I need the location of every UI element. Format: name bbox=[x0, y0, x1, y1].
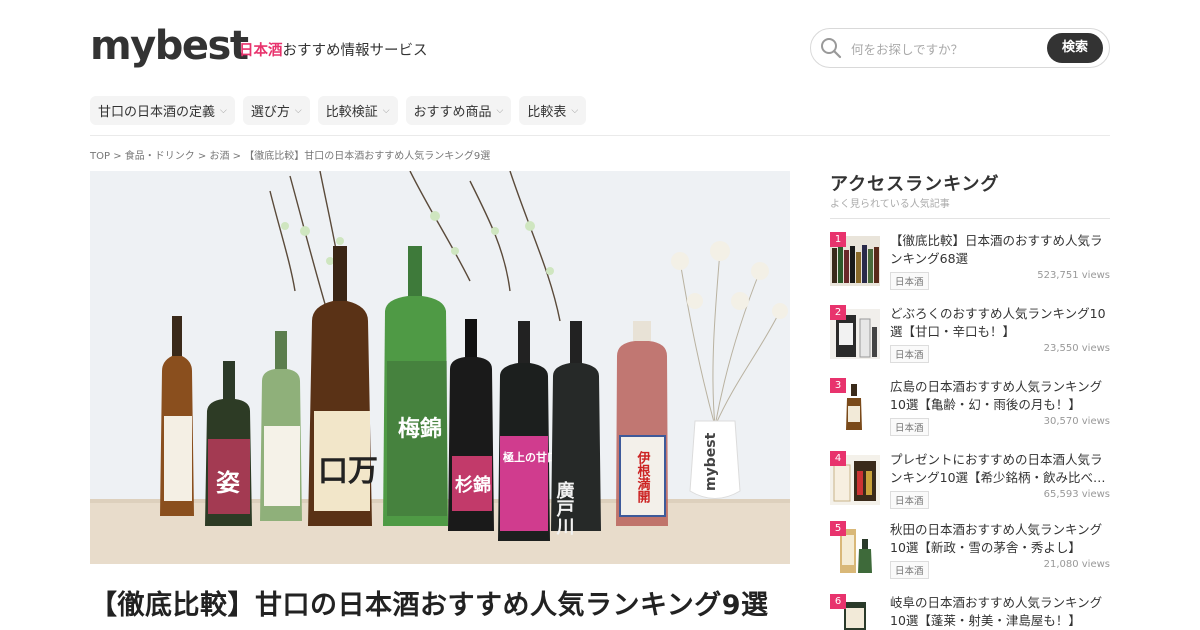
view-count: 23,550 views bbox=[1043, 343, 1110, 354]
mybest-logo[interactable]: mybest bbox=[90, 26, 249, 66]
category-tag[interactable]: 日本酒 bbox=[890, 272, 929, 290]
site-tagline: 日本酒おすすめ情報サービス bbox=[239, 39, 428, 60]
nav-item-comparison-test[interactable]: 比較検証 ⌵ bbox=[317, 96, 398, 125]
bottle-label-sugata: 姿 bbox=[216, 468, 240, 497]
search-input[interactable] bbox=[851, 38, 1041, 60]
ranking-item-3[interactable]: 3 広島の日本酒おすすめ人気ランキング10選【亀齢・幻・雨後の月も！】 日本酒 … bbox=[830, 378, 1110, 444]
nav-item-label: 選び方 bbox=[250, 105, 290, 120]
category-nav: 甘口の日本酒の定義 ⌵ 選び方 ⌵ 比較検証 ⌵ おすすめ商品 ⌵ 比較表 ⌵ bbox=[90, 96, 587, 125]
vase-label: mybest bbox=[703, 432, 719, 491]
nav-item-label: 比較検証 bbox=[325, 105, 378, 120]
chevron-down-icon: ⌵ bbox=[496, 105, 504, 116]
ranking-item-title[interactable]: 広島の日本酒おすすめ人気ランキング10選【亀齢・幻・雨後の月も！】 bbox=[890, 378, 1112, 414]
tagline-category: 日本酒 bbox=[239, 43, 283, 59]
sake-bottle-9: 伊根満開 bbox=[616, 321, 668, 526]
bottle-label-hiroto: 廣戸川 bbox=[554, 480, 576, 536]
view-count: 30,570 views bbox=[1043, 416, 1110, 427]
search-bar: 検索 bbox=[810, 28, 1110, 68]
ranking-item-title[interactable]: 【徹底比較】日本酒のおすすめ人気ランキング68選 bbox=[890, 232, 1112, 268]
ranking-item-title[interactable]: プレゼントにおすすめの日本酒人気ランキング10選【希少銘柄・飲み比べ… bbox=[890, 451, 1112, 487]
tagline-text: おすすめ情報サービス bbox=[282, 43, 428, 59]
chevron-down-icon: ⌵ bbox=[571, 105, 579, 116]
ranking-subheading: よく見られている人気記事 bbox=[830, 199, 950, 210]
ranking-heading: アクセスランキング bbox=[830, 174, 1000, 195]
rank-badge: 4 bbox=[830, 451, 846, 466]
header-divider bbox=[90, 135, 1110, 136]
ranking-item-6[interactable]: 6 岐阜の日本酒おすすめ人気ランキング10選【蓬莱・射美・津島屋も！】 bbox=[830, 594, 1110, 630]
nav-item-comparison-table[interactable]: 比較表 ⌵ bbox=[519, 96, 587, 125]
bottle-label-umenishiki: 梅錦 bbox=[398, 416, 442, 442]
bottle-label-gokujo: 極上の甘口 bbox=[502, 450, 558, 464]
view-count: 523,751 views bbox=[1037, 270, 1110, 281]
view-count: 21,080 views bbox=[1043, 559, 1110, 570]
nav-item-definition[interactable]: 甘口の日本酒の定義 ⌵ bbox=[90, 96, 235, 125]
nav-item-recommended-products[interactable]: おすすめ商品 ⌵ bbox=[405, 96, 512, 125]
nav-item-label: 甘口の日本酒の定義 bbox=[98, 105, 216, 120]
rank-badge: 6 bbox=[830, 594, 846, 609]
breadcrumb[interactable]: TOP > 食品・ドリンク > お酒 > 【徹底比較】甘口の日本酒おすすめ人気ラ… bbox=[90, 147, 490, 162]
nav-item-label: 比較表 bbox=[527, 105, 567, 120]
ranking-item-4[interactable]: 4 プレゼントにおすすめの日本酒人気ランキング10選【希少銘柄・飲み比べ… 日本… bbox=[830, 451, 1110, 517]
chevron-down-icon: ⌵ bbox=[220, 105, 227, 116]
nav-item-label: おすすめ商品 bbox=[413, 105, 492, 120]
article-title: 【徹底比較】甘口の日本酒おすすめ人気ランキング9選 bbox=[90, 590, 769, 621]
category-tag[interactable]: 日本酒 bbox=[890, 345, 929, 363]
chevron-down-icon: ⌵ bbox=[294, 105, 302, 116]
ranking-item-1[interactable]: 1 【徹底比較】日本酒のおすすめ人気ランキング68選 日本酒 523,751 v… bbox=[830, 232, 1110, 298]
rank-badge: 2 bbox=[830, 305, 846, 320]
rank-badge: 1 bbox=[830, 232, 846, 247]
chevron-down-icon: ⌵ bbox=[382, 105, 390, 116]
search-button[interactable]: 検索 bbox=[1047, 33, 1103, 63]
ranking-divider bbox=[830, 218, 1110, 219]
category-tag[interactable]: 日本酒 bbox=[890, 418, 929, 436]
category-tag[interactable]: 日本酒 bbox=[890, 561, 929, 579]
rank-badge: 5 bbox=[830, 521, 846, 536]
view-count: 65,593 views bbox=[1043, 489, 1110, 500]
bottle-label-ine: 伊根満開 bbox=[635, 450, 652, 504]
search-icon bbox=[821, 38, 842, 59]
nav-item-how-to-choose[interactable]: 選び方 ⌵ bbox=[242, 96, 310, 125]
rank-badge: 3 bbox=[830, 378, 846, 393]
bottle-label-suginishiki: 杉錦 bbox=[455, 474, 491, 496]
bottle-label-kuchiman: 口万 bbox=[318, 454, 378, 489]
ranking-item-title[interactable]: どぶろくのおすすめ人気ランキング10選【甘口・辛口も！】 bbox=[890, 305, 1112, 341]
hero-image: mybest 姿 口万 梅錦 杉錦 極上の甘口 廣戸川 伊根満開 bbox=[90, 171, 790, 564]
ranking-item-title[interactable]: 岐阜の日本酒おすすめ人気ランキング10選【蓬莱・射美・津島屋も！】 bbox=[890, 594, 1112, 630]
ranking-item-2[interactable]: 2 どぶろくのおすすめ人気ランキング10選【甘口・辛口も！】 日本酒 23,55… bbox=[830, 305, 1110, 371]
category-tag[interactable]: 日本酒 bbox=[890, 491, 929, 509]
ranking-item-title[interactable]: 秋田の日本酒おすすめ人気ランキング10選【新政・雪の茅舎・秀よし】 bbox=[890, 521, 1112, 557]
sake-bottles-photo: mybest 姿 口万 梅錦 杉錦 極上の甘口 廣戸川 伊根満開 bbox=[90, 171, 790, 564]
ranking-item-5[interactable]: 5 秋田の日本酒おすすめ人気ランキング10選【新政・雪の茅舎・秀よし】 日本酒 … bbox=[830, 521, 1110, 587]
